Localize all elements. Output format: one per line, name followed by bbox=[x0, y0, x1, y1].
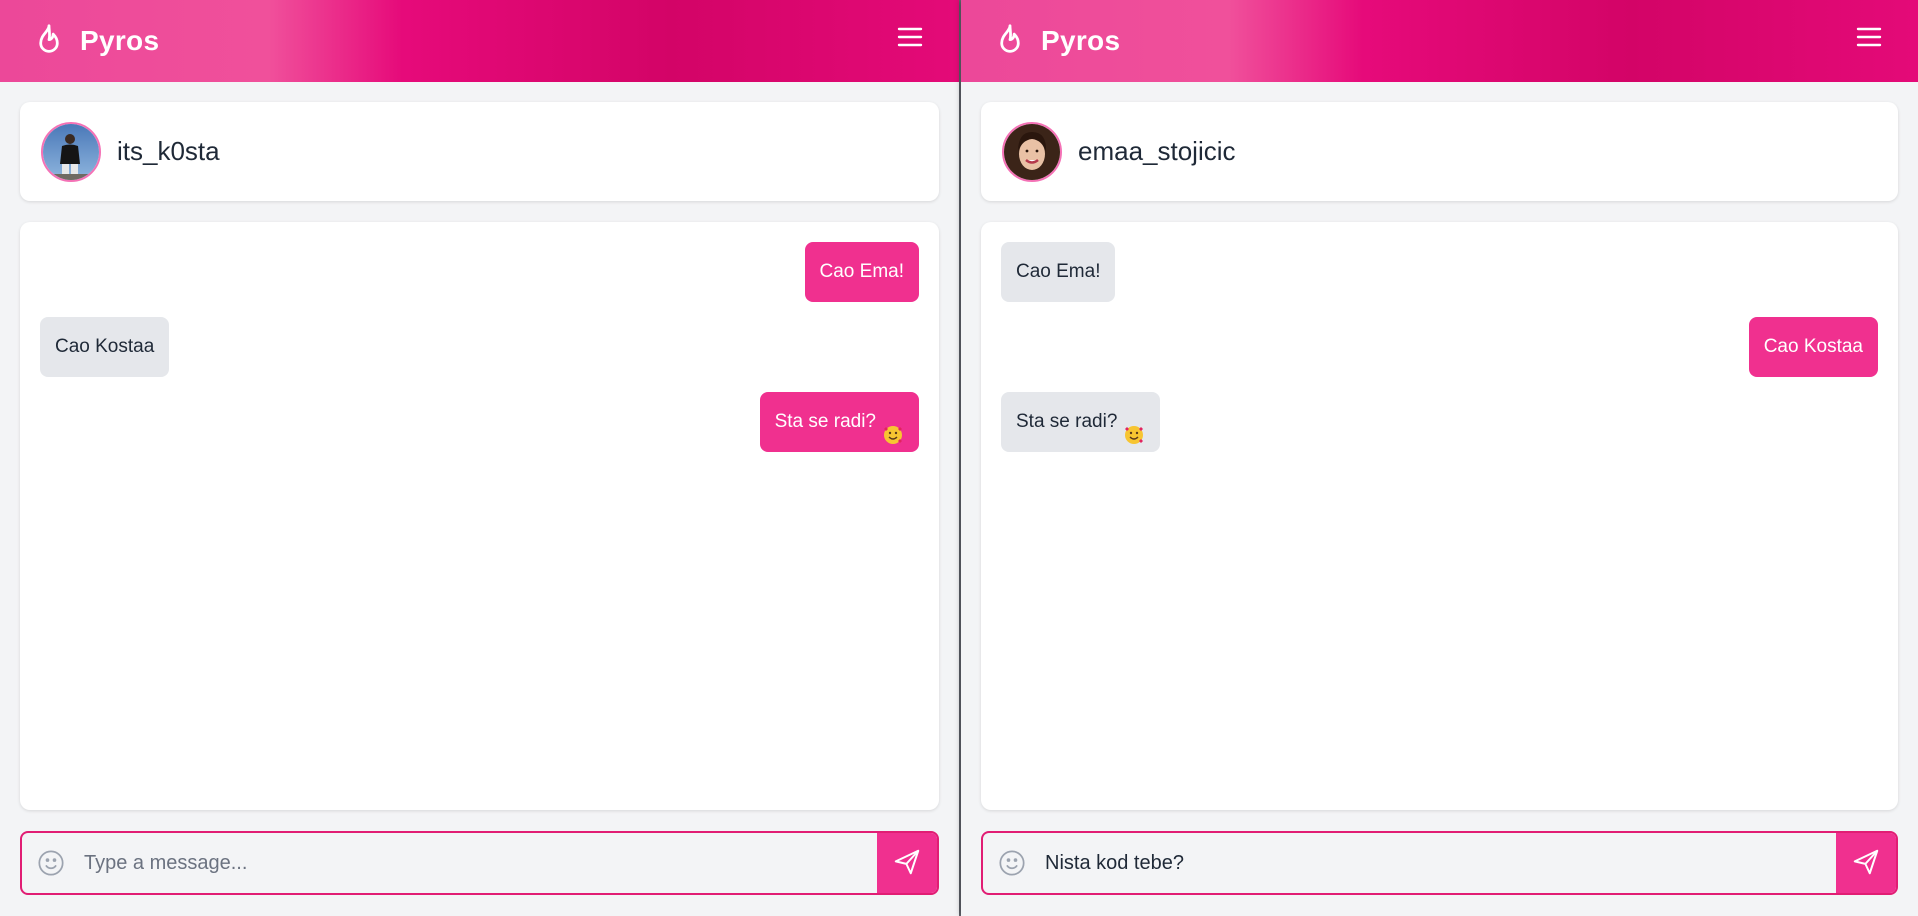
message-bubble-outgoing: Sta se radi? bbox=[759, 392, 919, 452]
message-composer bbox=[981, 831, 1898, 895]
smile-icon[interactable] bbox=[983, 833, 1041, 893]
send-button[interactable] bbox=[877, 833, 937, 893]
send-button[interactable] bbox=[1836, 833, 1896, 893]
message-list: Cao Ema! Cao Kostaa Sta se radi? bbox=[20, 222, 939, 810]
menu-icon[interactable] bbox=[1852, 22, 1886, 52]
flame-icon bbox=[32, 23, 66, 59]
message-text: Cao Kostaa bbox=[1763, 336, 1863, 357]
chat-username: emaa_stojicic bbox=[1078, 136, 1236, 166]
message-bubble-outgoing: Cao Kostaa bbox=[1748, 317, 1878, 377]
brand[interactable]: Pyros bbox=[993, 23, 1120, 59]
chat-window-left: Pyros its_k0sta Cao Ema! Cao Kostaa Sta … bbox=[0, 0, 959, 916]
message-composer bbox=[20, 831, 939, 895]
chat-header: emaa_stojicic bbox=[981, 102, 1898, 201]
brand-name: Pyros bbox=[1041, 25, 1121, 56]
message-bubble-incoming: Cao Kostaa bbox=[40, 317, 170, 377]
top-bar: Pyros bbox=[961, 0, 1918, 82]
chat-window-right: Pyros emaa_stojicic Cao Ema! Cao Kostaa … bbox=[961, 0, 1918, 916]
chat-username: its_k0sta bbox=[117, 136, 220, 166]
chat-header: its_k0sta bbox=[20, 102, 939, 201]
flame-icon bbox=[993, 23, 1027, 59]
brand[interactable]: Pyros bbox=[32, 23, 159, 59]
message-bubble-incoming: Cao Ema! bbox=[1001, 242, 1116, 302]
send-icon bbox=[1851, 847, 1881, 880]
message-input[interactable] bbox=[80, 833, 877, 893]
message-bubble-incoming: Sta se radi? bbox=[1001, 392, 1161, 452]
message-text: Sta se radi? bbox=[774, 411, 876, 432]
message-bubble-outgoing: Cao Ema! bbox=[804, 242, 919, 302]
brand-name: Pyros bbox=[80, 25, 160, 56]
message-input[interactable] bbox=[1041, 833, 1836, 893]
message-text: Cao Ema! bbox=[819, 261, 904, 282]
avatar[interactable] bbox=[41, 121, 101, 182]
smiling-face-with-hearts-icon bbox=[882, 411, 904, 444]
message-text: Sta se radi? bbox=[1016, 411, 1118, 432]
message-list: Cao Ema! Cao Kostaa Sta se radi? bbox=[981, 222, 1898, 810]
smiling-face-with-hearts-icon bbox=[1123, 411, 1145, 444]
message-text: Cao Ema! bbox=[1016, 261, 1101, 282]
screen: Pyros its_k0sta Cao Ema! Cao Kostaa Sta … bbox=[0, 0, 1918, 916]
top-bar: Pyros bbox=[0, 0, 959, 82]
smile-icon[interactable] bbox=[22, 833, 80, 893]
send-icon bbox=[892, 847, 922, 880]
message-text: Cao Kostaa bbox=[55, 336, 155, 357]
menu-icon[interactable] bbox=[893, 22, 927, 52]
avatar[interactable] bbox=[1002, 121, 1062, 182]
